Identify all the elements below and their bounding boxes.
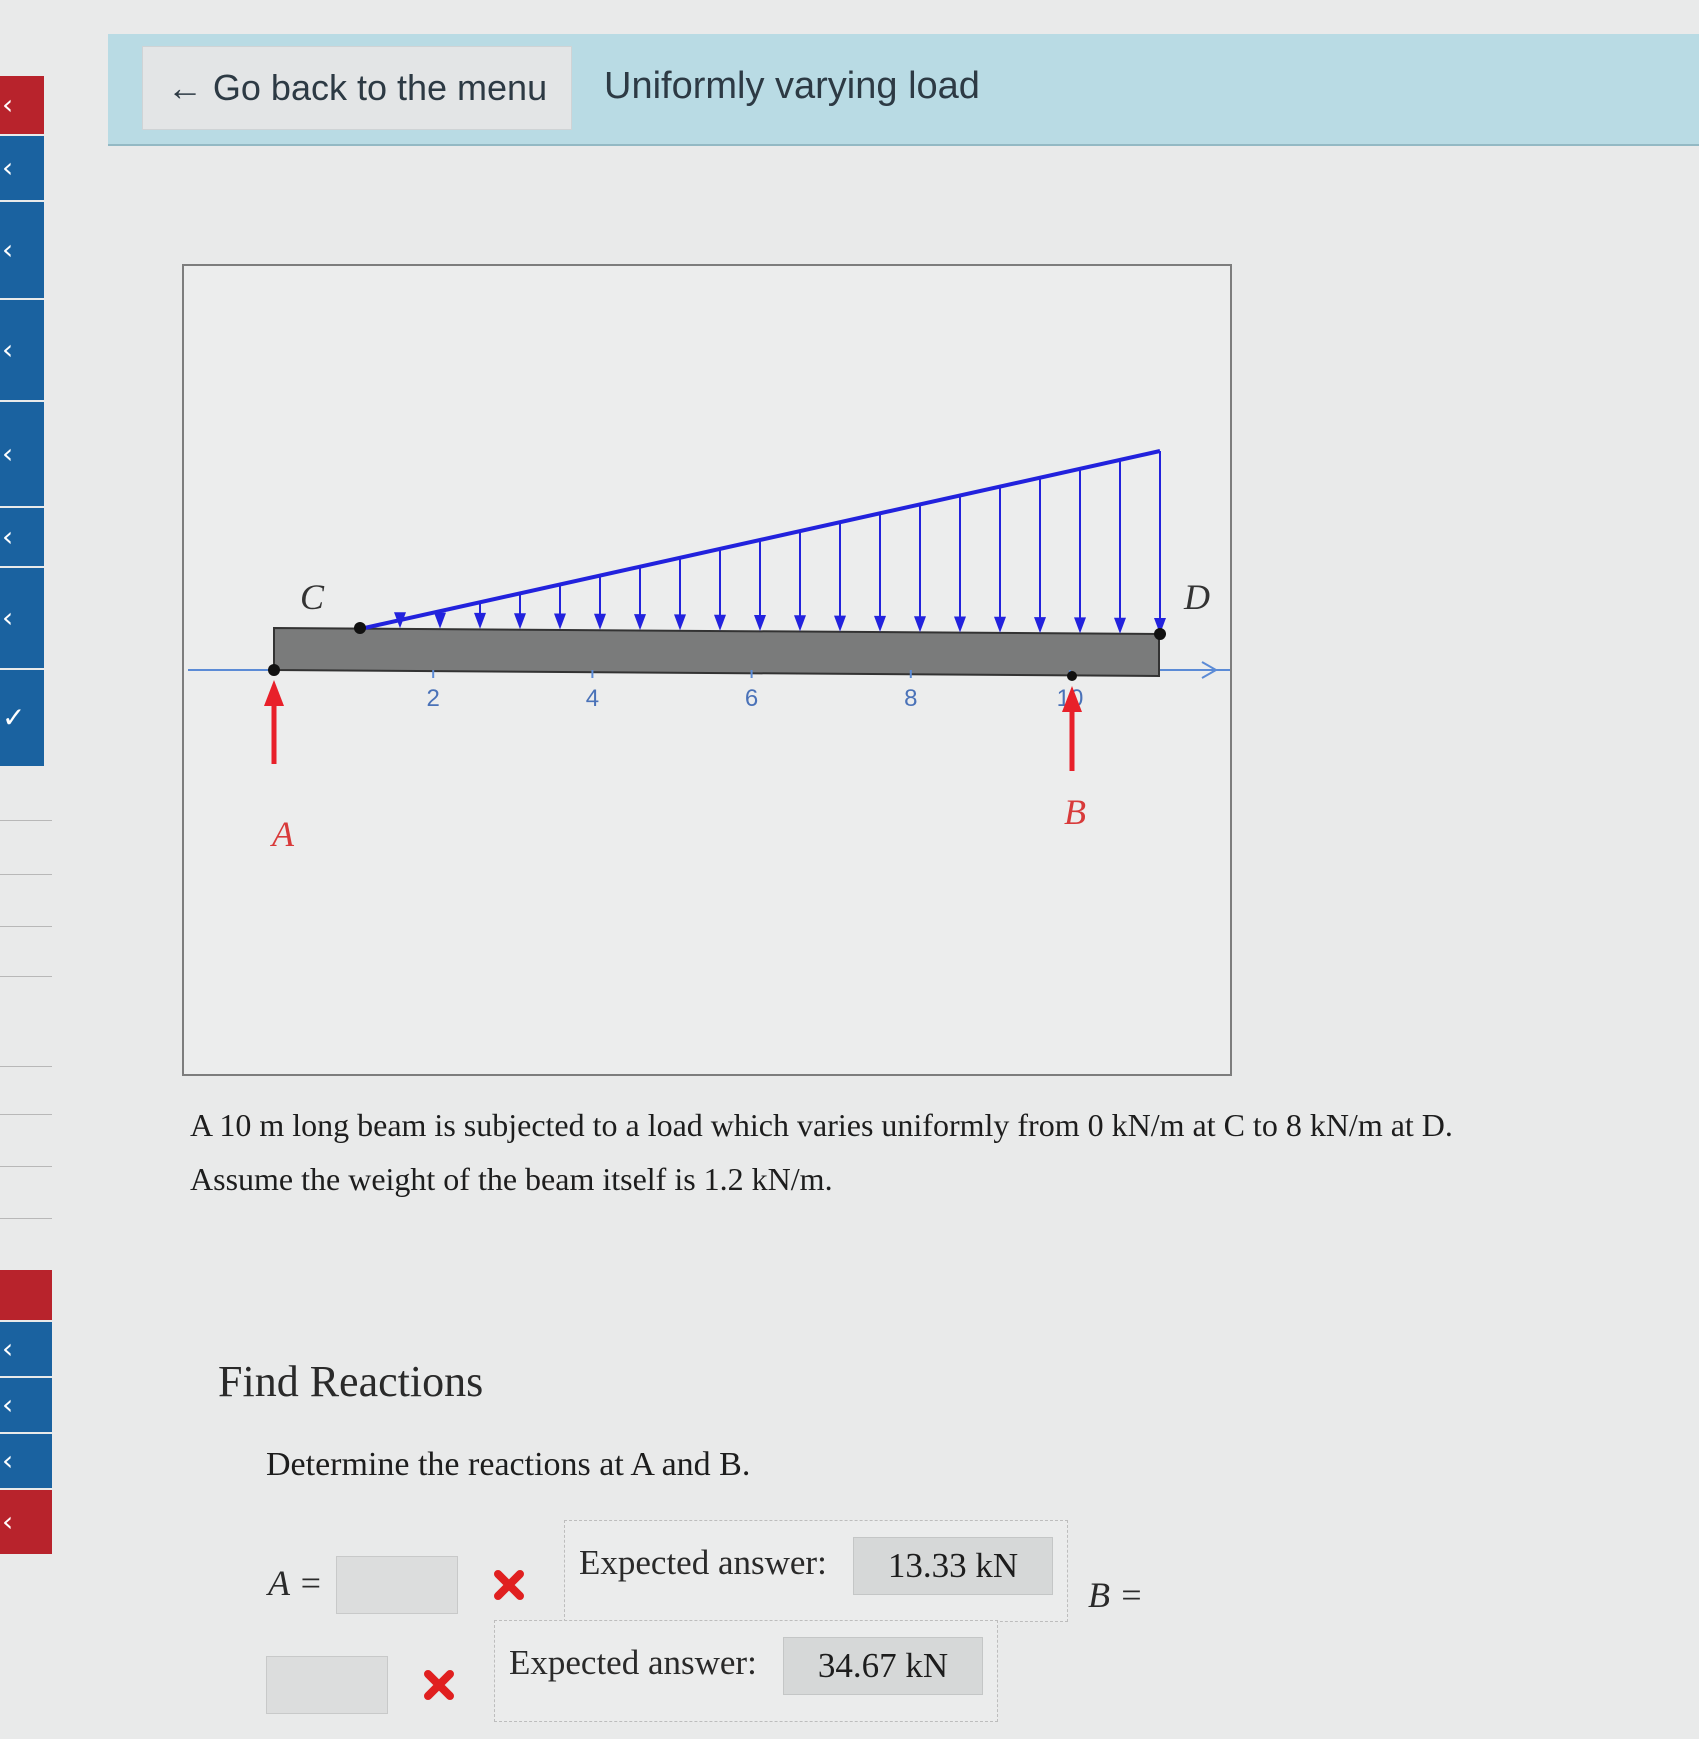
load-arrowhead-icon bbox=[874, 615, 886, 632]
nav-tab-4[interactable]: ‹ bbox=[0, 300, 44, 400]
back-button-label: ← Go back to the menu bbox=[166, 67, 548, 108]
load-arrowhead-icon bbox=[514, 613, 526, 630]
label-A: A bbox=[270, 814, 295, 854]
label-C: C bbox=[300, 577, 325, 617]
answer-a-label: A = bbox=[268, 1563, 323, 1603]
left-nav: ‹ ‹ ‹ ‹ ‹ ‹ ‹ ✓ ‹ ‹ ‹ ‹ bbox=[0, 0, 56, 1739]
point-C-dot bbox=[354, 622, 366, 634]
page-title: Uniformly varying load bbox=[604, 65, 980, 107]
load-arrows bbox=[394, 451, 1166, 634]
load-arrowhead-icon bbox=[554, 613, 566, 630]
load-arrowhead-icon bbox=[434, 612, 446, 629]
load-arrowhead-icon bbox=[594, 613, 606, 630]
label-B: B bbox=[1064, 792, 1086, 832]
load-arrowhead-icon bbox=[914, 616, 926, 633]
problem-line-2: Assume the weight of the beam itself is … bbox=[190, 1161, 833, 1197]
problem-line-1: A 10 m long beam is subjected to a load … bbox=[190, 1107, 1453, 1143]
reaction-arrowhead-A-icon bbox=[264, 680, 284, 706]
expected-answer-a-box: Expected answer: 13.33 kN bbox=[564, 1520, 1068, 1622]
axis-tick-label: 4 bbox=[586, 685, 599, 712]
load-arrowhead-icon bbox=[1074, 617, 1086, 634]
axis-ticks: 246810 bbox=[427, 670, 1083, 712]
nav-tab-6[interactable]: ‹ bbox=[0, 508, 44, 566]
axis-tick-label: 8 bbox=[904, 685, 917, 712]
point-A-dot bbox=[268, 664, 280, 676]
label-D: D bbox=[1183, 577, 1210, 617]
expected-b-value: 34.67 kN bbox=[783, 1637, 983, 1695]
load-arrowhead-icon bbox=[754, 615, 766, 631]
problem-statement: A 10 m long beam is subjected to a load … bbox=[190, 1098, 1690, 1206]
expected-a-label: Expected answer: bbox=[579, 1543, 827, 1582]
load-arrowhead-icon bbox=[994, 616, 1006, 633]
expected-a-value: 13.33 kN bbox=[853, 1537, 1053, 1595]
nav-tab-8[interactable]: ✓ bbox=[0, 670, 44, 766]
nav-tab-9[interactable] bbox=[0, 1270, 52, 1320]
nav-tab-12[interactable]: ‹ bbox=[0, 1434, 52, 1488]
nav-tab-1[interactable]: ‹ bbox=[0, 76, 44, 134]
nav-tab-5[interactable]: ‹ bbox=[0, 402, 44, 506]
answer-b-input[interactable] bbox=[266, 1656, 388, 1714]
load-arrowhead-icon bbox=[714, 614, 726, 631]
nav-tab-11[interactable]: ‹ bbox=[0, 1378, 52, 1432]
wrong-a-icon bbox=[494, 1570, 524, 1600]
answer-a-input[interactable] bbox=[336, 1556, 458, 1614]
expected-answer-b-box: Expected answer: 34.67 kN bbox=[494, 1620, 998, 1722]
top-bar: ← Go back to the menu Uniformly varying … bbox=[108, 34, 1699, 146]
load-arrowhead-icon bbox=[834, 615, 846, 632]
load-arrowhead-icon bbox=[474, 612, 486, 629]
load-arrowhead-icon bbox=[954, 616, 966, 633]
section-title: Find Reactions bbox=[218, 1357, 484, 1406]
nav-tab-3[interactable]: ‹ bbox=[0, 202, 44, 298]
point-D-dot bbox=[1154, 628, 1166, 640]
nav-tab-13[interactable]: ‹ bbox=[0, 1490, 52, 1554]
nav-tab-2[interactable]: ‹ bbox=[0, 136, 44, 200]
nav-tab-10[interactable]: ‹ bbox=[0, 1322, 52, 1376]
back-to-menu-button[interactable]: ← Go back to the menu bbox=[142, 46, 572, 130]
answer-b-label: B = bbox=[1088, 1575, 1144, 1615]
axis-tick-label: 6 bbox=[745, 685, 758, 712]
nav-tab-7[interactable]: ‹ bbox=[0, 568, 44, 668]
load-arrowhead-icon bbox=[1114, 617, 1126, 634]
load-arrowhead-icon bbox=[1034, 617, 1046, 634]
load-arrowhead-icon bbox=[674, 614, 686, 631]
beam-diagram: 246810 C D A B bbox=[188, 449, 1230, 854]
point-B-dot bbox=[1067, 671, 1077, 681]
question-text: Determine the reactions at A and B. bbox=[266, 1446, 751, 1483]
axis-tick-label: 2 bbox=[427, 685, 440, 712]
load-arrowhead-icon bbox=[794, 615, 806, 632]
beam-figure: 246810 C D A B bbox=[182, 264, 1232, 1076]
wrong-b-icon bbox=[424, 1670, 454, 1700]
load-arrowhead-icon bbox=[634, 614, 646, 631]
beam bbox=[273, 626, 1160, 678]
expected-b-label: Expected answer: bbox=[509, 1643, 757, 1682]
